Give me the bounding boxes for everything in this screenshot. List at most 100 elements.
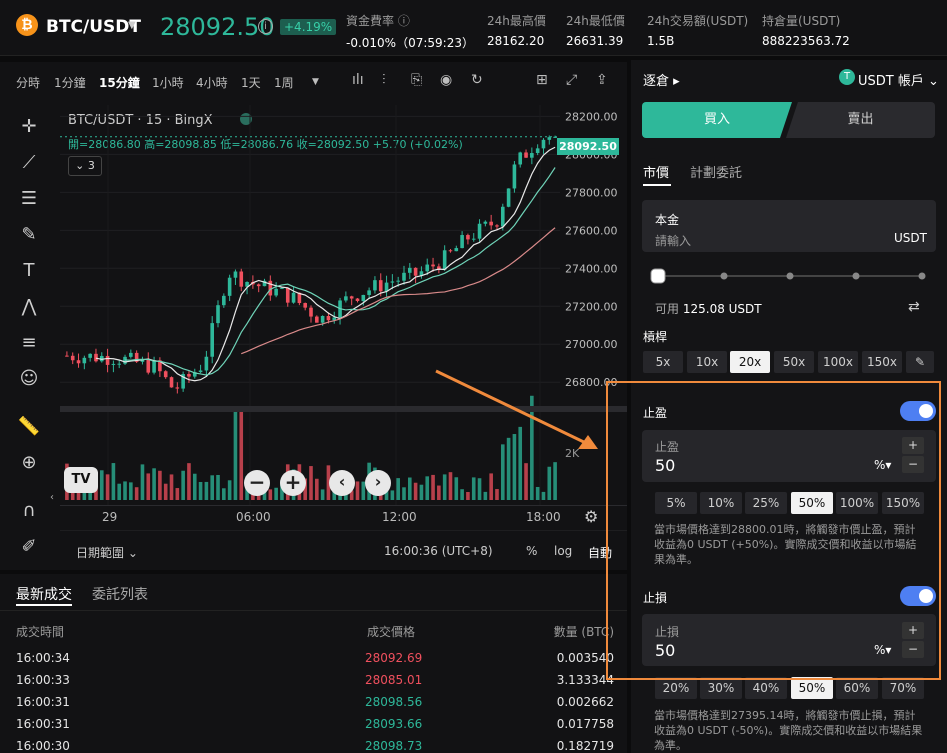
fullscreen-icon[interactable]: ⤢ <box>566 72 577 88</box>
volume-bar <box>442 474 447 500</box>
candle-body <box>76 360 81 364</box>
candle-body <box>163 371 168 378</box>
leverage-option[interactable]: 10x <box>687 351 727 373</box>
principal-input[interactable]: 請輸入 <box>655 232 691 249</box>
candle-body <box>65 355 69 357</box>
ruler-icon[interactable]: 📏 <box>16 414 42 440</box>
account-selector[interactable]: USDT 帳戶 ⌄ <box>858 70 939 89</box>
stat-volume: 24h交易額(USDT) 1.5B <box>647 14 749 48</box>
candle-body <box>448 250 453 252</box>
candle-body <box>175 387 180 389</box>
y-tick-label: 27800.00 <box>565 186 618 199</box>
pair-selector[interactable]: BTC/USDT <box>46 17 141 37</box>
candle-body <box>466 235 470 240</box>
brush-icon[interactable]: ✎ <box>16 222 42 248</box>
candle-body <box>94 353 98 362</box>
magnet-icon[interactable]: ∩ <box>16 498 42 524</box>
zoom-out-button[interactable]: − <box>244 470 270 496</box>
trade-qty: 0.003540 <box>556 651 614 665</box>
indicators-icon[interactable]: ılı <box>352 72 364 88</box>
stop-loss-percent-option[interactable]: 50% <box>791 677 833 699</box>
candle-body <box>483 221 488 224</box>
moving-average-line <box>95 146 556 382</box>
text-tool-icon[interactable]: T <box>16 258 42 284</box>
volume-bar <box>158 470 162 500</box>
scroll-left-button[interactable]: ‹ <box>329 470 355 496</box>
time-axis-divider <box>60 505 627 506</box>
chevron-down-icon[interactable]: ▼ <box>128 20 136 31</box>
refresh-icon[interactable]: ↻ <box>471 72 483 88</box>
interval-tab[interactable]: 1周 <box>274 74 294 91</box>
buy-button[interactable]: 買入 <box>642 102 792 138</box>
candle-body <box>402 272 406 281</box>
interval-tab-active[interactable]: 15分鐘 <box>99 74 140 91</box>
volume-bar <box>425 476 430 500</box>
stop-loss-percent-option[interactable]: 70% <box>882 677 924 699</box>
candle-body <box>489 221 493 226</box>
candle-body <box>477 223 482 239</box>
horizontal-lines-icon[interactable]: ☰ <box>16 186 42 212</box>
margin-mode-selector[interactable]: 逐倉 ▸ <box>643 70 680 89</box>
interval-tab[interactable]: 1小時 <box>152 74 184 91</box>
amount-slider[interactable] <box>648 266 928 286</box>
leverage-option[interactable]: 100x <box>818 351 858 373</box>
scroll-right-button[interactable]: › <box>365 470 391 496</box>
crosshair-icon[interactable]: ✛ <box>16 114 42 140</box>
interval-tab[interactable]: 分時 <box>16 74 40 91</box>
candle-body <box>349 296 354 299</box>
camera-icon[interactable]: ◉ <box>440 72 452 88</box>
candle-body <box>506 188 511 207</box>
sell-button[interactable]: 賣出 <box>786 102 935 138</box>
volume-bar <box>489 473 493 500</box>
volume-bar <box>169 474 174 500</box>
lock-drawing-icon[interactable]: ✐ <box>16 534 42 560</box>
stop-loss-percent-option[interactable]: 40% <box>745 677 787 699</box>
candle-type-icon[interactable]: ⫶ <box>382 72 386 88</box>
stop-loss-percent-option[interactable]: 20% <box>655 677 697 699</box>
stop-loss-percent-option[interactable]: 60% <box>836 677 878 699</box>
leverage-option[interactable]: 150x <box>862 351 902 373</box>
interval-tab[interactable]: 1分鐘 <box>54 74 86 91</box>
volume-bar <box>437 485 441 500</box>
emoji-icon[interactable]: ☺ <box>16 366 42 392</box>
candle-body <box>320 315 325 323</box>
trend-line-icon[interactable]: ⟋ <box>16 150 42 176</box>
zoom-in-button[interactable]: + <box>280 470 306 496</box>
candle-body <box>285 287 290 303</box>
volume-bar <box>407 477 412 500</box>
principal-label: 本金 <box>655 213 680 227</box>
tab-latest-trades[interactable]: 最新成交 <box>16 584 72 604</box>
leverage-label: 槓桿 <box>643 330 668 344</box>
pattern-icon[interactable]: ⋀ <box>16 294 42 320</box>
leverage-option[interactable]: 50x <box>774 351 814 373</box>
leverage-option[interactable]: 20x <box>730 351 770 373</box>
transfer-icon[interactable]: ⇄ <box>908 299 920 315</box>
date-range-button[interactable]: 日期範圍 ⌄ <box>76 544 138 561</box>
settings-gear-icon[interactable]: ⚙ <box>584 507 598 526</box>
fib-icon[interactable]: ≡ <box>16 330 42 356</box>
stop-loss-note: 當市場價格達到27395.14時，將觸發市價止損，預計收益為0 USDT (-5… <box>654 709 923 752</box>
leverage-option[interactable]: 5x <box>643 351 683 373</box>
tab-order-list[interactable]: 委託列表 <box>92 584 148 604</box>
share-icon[interactable]: ⇪ <box>596 72 608 88</box>
candle-body <box>460 235 464 249</box>
layout-grid-icon[interactable]: ⊞ <box>536 72 548 88</box>
chevron-down-icon[interactable]: ▼ <box>312 77 319 87</box>
interval-tab[interactable]: 1天 <box>241 74 261 91</box>
info-icon[interactable]: i <box>258 19 273 34</box>
tab-plan-order[interactable]: 計劃委託 <box>690 162 742 181</box>
candle-body <box>222 295 226 306</box>
candle-body <box>210 323 215 357</box>
tab-market[interactable]: 市價 <box>643 162 669 181</box>
volume-bar <box>129 482 133 500</box>
volume-bar <box>460 489 464 500</box>
template-icon[interactable]: ⎘ <box>411 72 422 88</box>
trade-time: 16:00:31 <box>16 717 70 731</box>
edit-leverage-icon[interactable]: ✎ <box>906 351 934 373</box>
zoom-in-icon[interactable]: ⊕ <box>16 450 42 476</box>
log-scale-toggle[interactable]: log <box>554 544 572 558</box>
collapse-toolbar-icon[interactable]: ‹ <box>50 492 54 503</box>
stop-loss-percent-option[interactable]: 30% <box>700 677 742 699</box>
percent-scale-toggle[interactable]: % <box>526 544 537 558</box>
interval-tab[interactable]: 4小時 <box>196 74 228 91</box>
